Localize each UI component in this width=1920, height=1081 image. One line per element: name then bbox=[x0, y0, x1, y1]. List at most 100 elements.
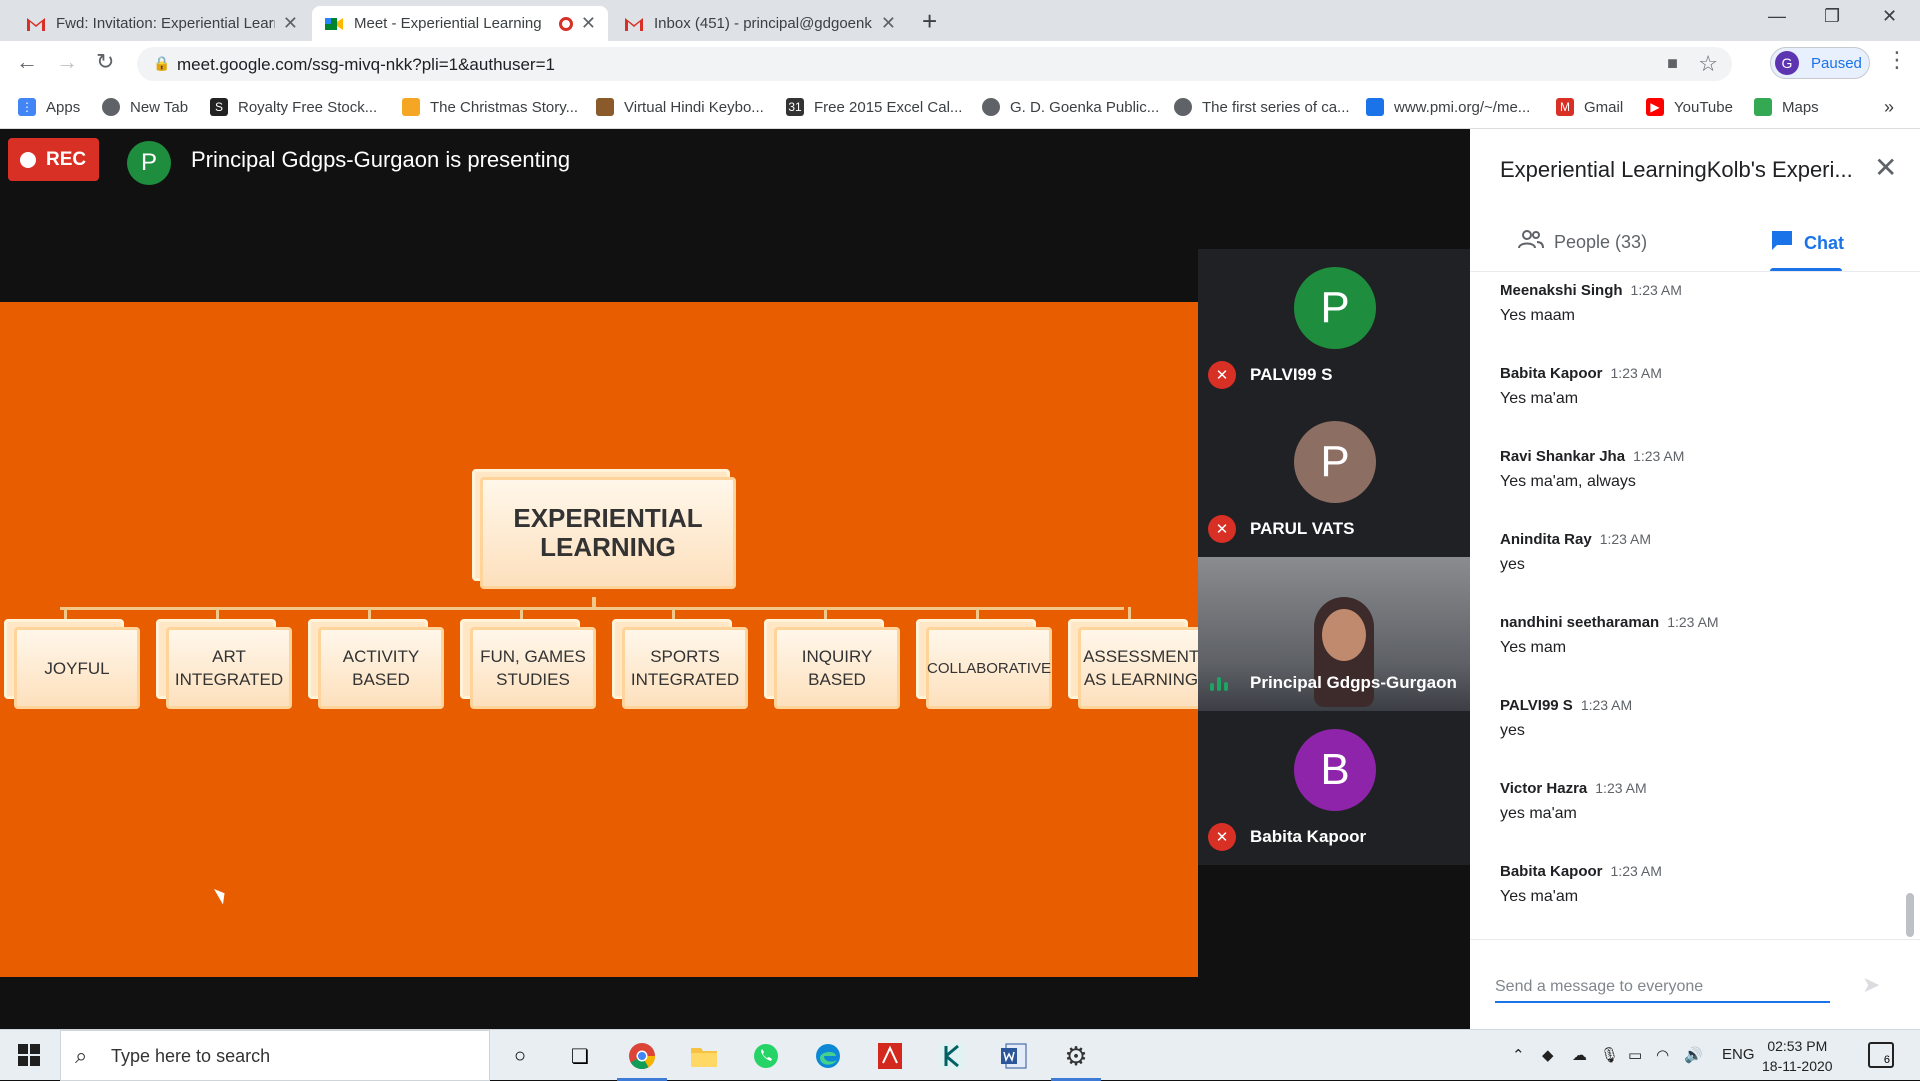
youtube-icon: ▶ bbox=[1646, 98, 1664, 116]
taskbar-search[interactable]: ⌕ Type here to search bbox=[60, 1030, 490, 1081]
avatar: G bbox=[1775, 51, 1799, 75]
tab-inbox[interactable]: Inbox (451) - principal@gdgoenk ✕ bbox=[612, 6, 908, 41]
bookmark-label: Virtual Hindi Keybo... bbox=[624, 98, 764, 116]
windows-start-icon[interactable] bbox=[18, 1044, 40, 1066]
tab-chat[interactable]: Chat bbox=[1770, 229, 1844, 257]
cortana-icon[interactable]: ○ bbox=[504, 1040, 536, 1072]
slide-child-node: JOYFUL bbox=[4, 619, 140, 709]
star-icon[interactable]: ☆ bbox=[1698, 51, 1718, 77]
apps-grid-icon: ⋮ bbox=[18, 98, 36, 116]
send-icon[interactable]: ➤ bbox=[1862, 972, 1880, 998]
bookmark-first-series[interactable]: The first series of ca... bbox=[1174, 95, 1350, 119]
chat-sender-name: PALVI99 S bbox=[1500, 697, 1573, 714]
bookmark-maps[interactable]: Maps bbox=[1754, 95, 1819, 119]
volume-icon[interactable]: 🔊 bbox=[1684, 1046, 1703, 1064]
participant-tile[interactable]: P ✕ PALVI99 S bbox=[1198, 249, 1470, 403]
slide-child-node: INQUIRY BASED bbox=[764, 619, 900, 709]
browser-tab-strip: Fwd: Invitation: Experiential Learn ✕ Me… bbox=[0, 0, 1920, 41]
participant-tile[interactable]: B ✕ Babita Kapoor bbox=[1198, 711, 1470, 865]
close-icon[interactable]: ✕ bbox=[881, 13, 896, 34]
system-clock[interactable]: 02:53 PM 18-11-2020 bbox=[1762, 1036, 1833, 1076]
gmail-icon bbox=[26, 16, 46, 32]
book-icon bbox=[402, 98, 420, 116]
video-face bbox=[1322, 609, 1366, 661]
scrollbar[interactable] bbox=[1906, 893, 1914, 937]
window-close-icon[interactable]: ✕ bbox=[1882, 6, 1897, 27]
address-bar[interactable]: 🔒 meet.google.com/ssg-mivq-nkk?pli=1&aut… bbox=[137, 47, 1732, 81]
profile-status: Paused bbox=[1811, 54, 1862, 72]
recording-badge: REC bbox=[8, 138, 99, 181]
camera-icon[interactable]: ■ bbox=[1667, 53, 1678, 74]
bookmark-new-tab[interactable]: New Tab bbox=[102, 95, 188, 119]
participant-video-tile[interactable]: Principal Gdgps-Gurgaon bbox=[1198, 557, 1470, 711]
tab-title: Meet - Experiential Learning bbox=[354, 15, 542, 32]
bookmark-royalty-free[interactable]: S Royalty Free Stock... bbox=[210, 95, 377, 119]
participant-tile[interactable]: P ✕ PARUL VATS bbox=[1198, 403, 1470, 557]
participant-name: PALVI99 S bbox=[1250, 365, 1333, 384]
chat-panel: Experiential LearningKolb's Experi... ✕ … bbox=[1470, 129, 1920, 1029]
url-text[interactable]: meet.google.com/ssg-mivq-nkk?pli=1&authu… bbox=[177, 55, 555, 75]
onedrive-icon[interactable]: ☁ bbox=[1572, 1046, 1587, 1064]
tab-fwd-invitation[interactable]: Fwd: Invitation: Experiential Learn ✕ bbox=[14, 6, 310, 41]
participant-name: Babita Kapoor bbox=[1250, 827, 1367, 846]
restore-icon[interactable]: ❐ bbox=[1824, 6, 1840, 27]
bookmarks-overflow-button[interactable]: » bbox=[1884, 95, 1894, 119]
new-tab-button[interactable]: + bbox=[922, 6, 937, 37]
lock-icon[interactable]: 🔒 bbox=[153, 55, 170, 72]
bookmark-hindi-keyboard[interactable]: Virtual Hindi Keybo... bbox=[596, 95, 764, 119]
microphone-icon[interactable]: 🎙 bbox=[1600, 1046, 1619, 1064]
chat-message-text: Yes mam bbox=[1500, 639, 1567, 656]
dropbox-icon[interactable]: ◆ bbox=[1542, 1046, 1554, 1064]
bookmark-excel-calendar[interactable]: 31 Free 2015 Excel Cal... bbox=[786, 95, 962, 119]
speaking-indicator-icon bbox=[1210, 675, 1230, 691]
chrome-icon[interactable] bbox=[626, 1040, 658, 1072]
slide-root-node: EXPERIENTIAL LEARNING bbox=[472, 469, 736, 589]
more-menu-icon[interactable]: ⋮ bbox=[1886, 47, 1908, 73]
bookmark-christmas-story[interactable]: The Christmas Story... bbox=[402, 95, 578, 119]
tray-chevron-up-icon[interactable]: ⌃ bbox=[1512, 1046, 1525, 1064]
chat-message-input[interactable] bbox=[1495, 973, 1830, 1003]
tab-title: Inbox (451) - principal@gdgoenk bbox=[654, 15, 872, 32]
close-panel-icon[interactable]: ✕ bbox=[1874, 151, 1897, 184]
chat-timestamp: 1:23 AM bbox=[1599, 531, 1652, 547]
whatsapp-icon[interactable] bbox=[750, 1040, 782, 1072]
calendar-icon: 31 bbox=[786, 98, 804, 116]
chat-message: PALVI99 S 1:23 AM yes bbox=[1500, 697, 1880, 780]
file-explorer-icon[interactable] bbox=[688, 1040, 720, 1072]
reload-icon[interactable]: ↻ bbox=[96, 49, 114, 75]
battery-icon[interactable]: ▭ bbox=[1628, 1046, 1642, 1064]
tab-people[interactable]: People (33) bbox=[1518, 229, 1647, 255]
word-icon[interactable] bbox=[998, 1040, 1030, 1072]
slide-child-node: ART INTEGRATED bbox=[156, 619, 292, 709]
tab-people-label: People (33) bbox=[1554, 231, 1648, 252]
wifi-icon[interactable]: ◠ bbox=[1656, 1046, 1669, 1064]
tab-meet[interactable]: Meet - Experiential Learning ✕ bbox=[312, 6, 608, 41]
bookmark-apps[interactable]: ⋮ Apps bbox=[18, 95, 80, 119]
bookmark-youtube[interactable]: ▶ YouTube bbox=[1646, 95, 1733, 119]
avatar: P bbox=[1294, 421, 1376, 503]
edge-icon[interactable] bbox=[812, 1040, 844, 1072]
chat-message-list[interactable]: Meenakshi Singh 1:23 AM Yes maam Babita Kap… bbox=[1500, 282, 1880, 946]
language-indicator[interactable]: ENG bbox=[1722, 1046, 1755, 1063]
task-view-icon[interactable]: ❏ bbox=[564, 1040, 596, 1072]
back-icon[interactable]: ← bbox=[16, 49, 38, 75]
settings-gear-icon[interactable]: ⚙ bbox=[1060, 1040, 1092, 1072]
app-k-icon[interactable] bbox=[936, 1040, 968, 1072]
mic-off-icon: ✕ bbox=[1208, 823, 1236, 851]
notification-center-icon[interactable]: 6 bbox=[1868, 1042, 1894, 1068]
slide-child-label: COLLABORATIVE bbox=[926, 627, 1052, 709]
acrobat-icon[interactable] bbox=[874, 1040, 906, 1072]
chat-message-header: Meenakshi Singh 1:23 AM bbox=[1500, 282, 1880, 299]
bookmark-gmail[interactable]: M Gmail bbox=[1556, 95, 1623, 119]
bookmark-gd-goenka[interactable]: G. D. Goenka Public... bbox=[982, 95, 1159, 119]
avatar: B bbox=[1294, 729, 1376, 811]
profile-button[interactable]: G Paused bbox=[1770, 47, 1870, 79]
bookmark-label: Free 2015 Excel Cal... bbox=[814, 98, 963, 116]
close-icon[interactable]: ✕ bbox=[581, 13, 596, 34]
close-icon[interactable]: ✕ bbox=[283, 13, 298, 34]
chat-message-header: nandhini seetharaman 1:23 AM bbox=[1500, 614, 1880, 631]
bookmark-pmi[interactable]: www.pmi.org/~/me... bbox=[1366, 95, 1530, 119]
forward-icon[interactable]: → bbox=[56, 49, 78, 75]
rec-label: REC bbox=[46, 148, 87, 170]
minimize-icon[interactable]: — bbox=[1768, 6, 1786, 27]
